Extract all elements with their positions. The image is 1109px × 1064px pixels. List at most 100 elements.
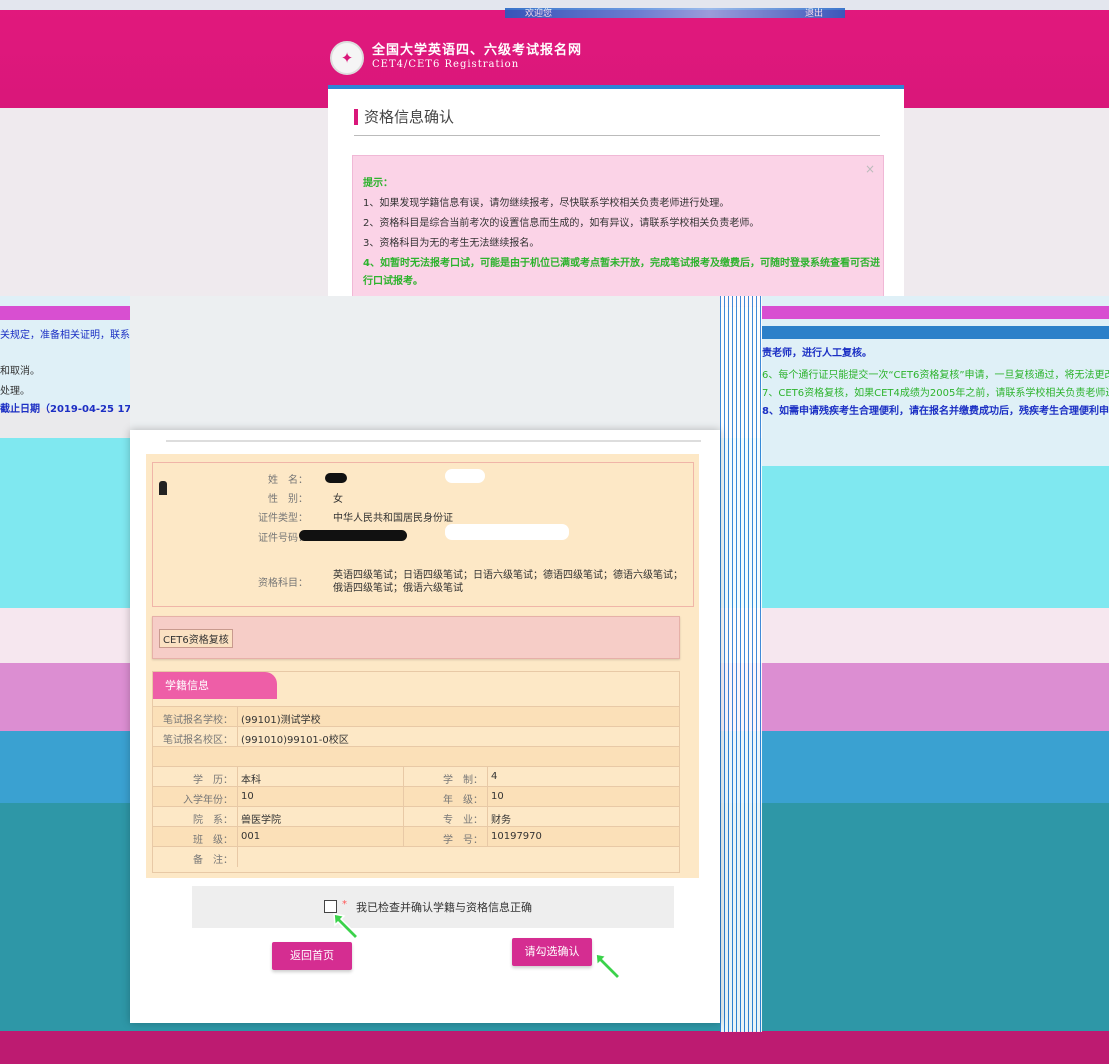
grade-label: 年 级： xyxy=(443,795,483,806)
campus-value: (991010)99101-0校区 xyxy=(241,735,349,746)
confirm-dialog: 姓 名： 性 别： 女 证件类型： 中华人民共和国居民身份证 证件号码： 资格科… xyxy=(130,430,720,1023)
qualification-subjects: 英语四级笔试；日语四级笔试；日语六级笔试；德语四级笔试；德语六级笔试； 俄语四级… xyxy=(333,569,683,595)
education-value: 本科 xyxy=(241,775,261,786)
page-title: 资格信息确认 xyxy=(354,109,454,125)
confirm-button[interactable]: 请勾选确认 xyxy=(512,938,592,966)
campus-label: 笔试报名校区： xyxy=(163,735,233,746)
redaction-mark xyxy=(445,524,569,540)
cell-divider xyxy=(237,767,238,787)
required-mark: * xyxy=(342,899,347,910)
major-value: 财务 xyxy=(491,815,511,826)
cell-divider xyxy=(237,707,238,727)
tip-fragment: 6、每个通行证只能提交一次“CET6资格复核”申请，一旦复核通过，将无法更改 xyxy=(762,370,1109,381)
logo-subtitle: CET4/CET6 Registration xyxy=(372,59,520,70)
length-label: 学 制： xyxy=(443,775,483,786)
cet6-recheck-tag[interactable]: CET6资格复核 xyxy=(159,629,233,648)
subjects-line: 俄语四级笔试；俄语六级笔试 xyxy=(333,583,463,594)
department-value: 兽医学院 xyxy=(241,815,281,826)
tip-item: 行口试报考。 xyxy=(363,276,423,287)
id-type-label: 证件类型： xyxy=(258,513,308,524)
table-row xyxy=(153,746,679,767)
confirm-bar: * 我已检查并确认学籍与资格信息正确 xyxy=(192,886,674,928)
tip-fragment: 8、如需申请残疾考生合理便利，请在报名并缴费成功后，残疾考生合理便利申请截 xyxy=(762,406,1109,417)
student-number-value: 10197970 xyxy=(491,831,542,842)
remark-label: 备 注： xyxy=(193,855,233,866)
cell-divider xyxy=(237,827,238,847)
tip-item: 3、资格科目为无的考生无法继续报名。 xyxy=(363,238,540,249)
glitch-band xyxy=(762,326,1109,339)
qualification-panel: 资格信息确认 × 提示： 1、如果发现学籍信息有误，请勿继续报考，尽快联系学校相… xyxy=(328,85,904,307)
gender-value: 女 xyxy=(333,494,343,505)
cell-divider xyxy=(237,787,238,807)
top-nav: 欢迎您 退出 xyxy=(505,6,845,19)
name-label: 姓 名： xyxy=(268,475,308,486)
background-tips-right: 责老师，进行人工复核。 6、每个通行证只能提交一次“CET6资格复核”申请，一旦… xyxy=(762,296,1109,466)
education-label: 学 历： xyxy=(193,775,233,786)
cell-divider xyxy=(403,827,404,847)
avatar xyxy=(159,481,167,495)
cell-divider xyxy=(403,767,404,787)
table-row: 笔试报名学校： (99101)测试学校 xyxy=(153,706,679,727)
table-row: 院 系： 兽医学院 专 业： 财务 xyxy=(153,806,679,827)
tip-fragment: 责老师，进行人工复核。 xyxy=(762,348,872,359)
student-record-section: 学籍信息 笔试报名学校： (99101)测试学校 笔试报名校区： (991010… xyxy=(152,671,680,873)
school-label: 笔试报名学校： xyxy=(163,715,233,726)
logo-title: 全国大学英语四、六级考试报名网 xyxy=(372,43,583,58)
id-type-value: 中华人民共和国居民身份证 xyxy=(333,513,453,524)
cell-divider xyxy=(237,727,238,747)
tip-item: 1、如果发现学籍信息有误，请勿继续报考，尽快联系学校相关负责老师进行处理。 xyxy=(363,198,730,209)
welcome-link[interactable]: 欢迎您 xyxy=(525,6,552,19)
modal-header-area xyxy=(130,296,720,430)
school-value: (99101)测试学校 xyxy=(241,715,321,726)
tip-fragment: 7、CET6资格复核，如果CET4成绩为2005年之前，请联系学校相关负责老师进… xyxy=(762,388,1109,399)
close-icon[interactable]: × xyxy=(865,162,875,176)
logout-link[interactable]: 退出 xyxy=(805,6,823,19)
cell-divider xyxy=(403,787,404,807)
cell-divider xyxy=(403,807,404,827)
cell-divider xyxy=(487,807,488,827)
tab-student-record: 学籍信息 xyxy=(153,672,277,699)
recheck-panel: CET6资格复核 xyxy=(152,616,680,659)
year-label: 入学年份： xyxy=(183,795,233,806)
table-row: 备 注： xyxy=(153,846,679,867)
table-row: 班 级： 001 学 号： 10197970 xyxy=(153,826,679,847)
arrow-icon xyxy=(333,913,360,941)
cell-divider xyxy=(237,807,238,827)
subject-label: 资格科目： xyxy=(258,578,308,589)
arrow-icon xyxy=(595,953,622,981)
glitch-band xyxy=(762,306,1109,319)
length-value: 4 xyxy=(491,771,498,782)
confirm-label[interactable]: 我已检查并确认学籍与资格信息正确 xyxy=(356,899,532,915)
tip-fragment: 处理。 xyxy=(0,386,30,397)
cell-divider xyxy=(487,767,488,787)
tip-fragment: 和取消。 xyxy=(0,366,40,377)
personal-info: 姓 名： 性 别： 女 证件类型： 中华人民共和国居民身份证 证件号码： 资格科… xyxy=(152,462,694,607)
subjects-line: 英语四级笔试；日语四级笔试；日语六级笔试；德语四级笔试；德语六级笔试； xyxy=(333,570,683,581)
class-label: 班 级： xyxy=(193,835,233,846)
table-row: 入学年份： 10 年 级： 10 xyxy=(153,786,679,807)
cet-logo-icon: ✦ xyxy=(330,41,364,75)
table-row: 学 历： 本科 学 制： 4 xyxy=(153,766,679,787)
grade-value: 10 xyxy=(491,791,504,802)
tips-title: 提示： xyxy=(363,178,393,189)
student-number-label: 学 号： xyxy=(443,835,483,846)
year-value: 10 xyxy=(241,791,254,802)
redacted-id-number xyxy=(299,530,407,541)
class-value: 001 xyxy=(241,831,261,842)
tip-item: 2、资格科目是综合当前考次的设置信息而生成的，如有异议，请联系学校相关负责老师。 xyxy=(363,218,760,229)
gender-label: 性 别： xyxy=(268,494,308,505)
cell-divider xyxy=(487,787,488,807)
dialog-divider xyxy=(166,440,701,442)
title-divider xyxy=(354,135,880,136)
table-row: 笔试报名校区： (991010)99101-0校区 xyxy=(153,726,679,747)
redaction-mark xyxy=(445,469,485,483)
cell-divider xyxy=(237,847,238,867)
footer-band xyxy=(0,1031,1109,1064)
site-logo: ✦ 全国大学英语四、六级考试报名网 CET4/CET6 Registration xyxy=(330,40,582,76)
tip-item: 4、如暂时无法报考口试，可能是由于机位已满或考点暂未开放，完成笔试报考及缴费后，… xyxy=(363,258,880,269)
department-label: 院 系： xyxy=(193,815,233,826)
redacted-name xyxy=(325,473,347,483)
info-panel: 姓 名： 性 别： 女 证件类型： 中华人民共和国居民身份证 证件号码： 资格科… xyxy=(146,454,699,878)
tips-box: × 提示： 1、如果发现学籍信息有误，请勿继续报考，尽快联系学校相关负责老师进行… xyxy=(352,155,884,307)
back-home-button[interactable]: 返回首页 xyxy=(272,942,352,970)
